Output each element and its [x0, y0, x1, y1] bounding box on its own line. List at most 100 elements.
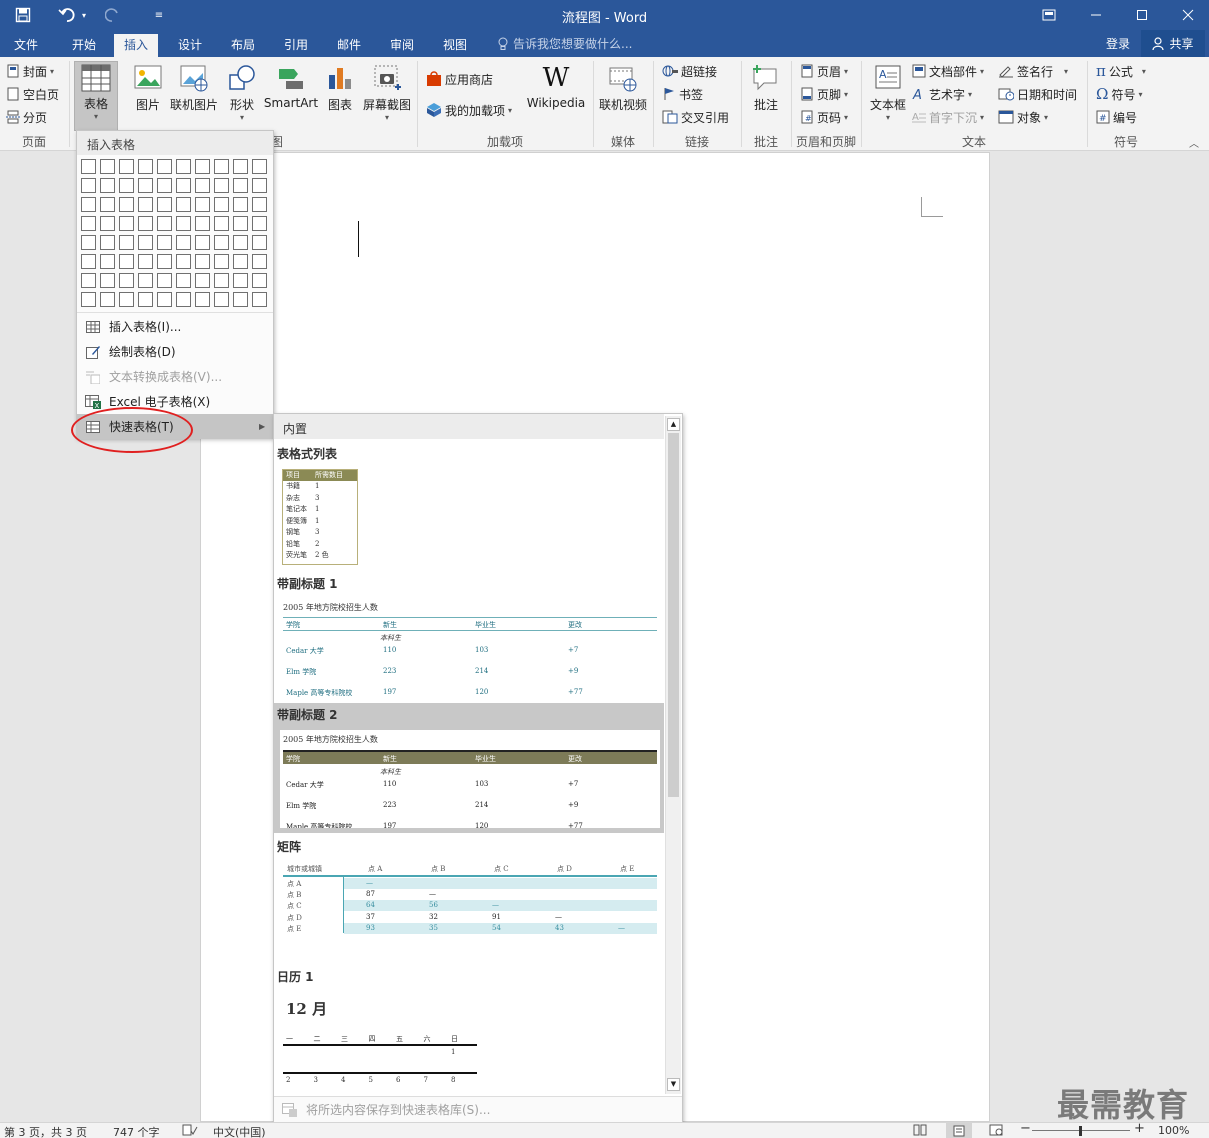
share-button[interactable]: 共享 [1141, 30, 1205, 57]
page-count[interactable]: 第 3 页，共 3 页 [4, 1124, 87, 1138]
table-grid-cell[interactable] [195, 216, 210, 231]
close-icon[interactable] [1173, 0, 1203, 30]
wikipedia-button[interactable]: W Wikipedia [526, 61, 586, 131]
table-grid-cell[interactable] [176, 159, 191, 174]
online-picture-button[interactable]: 联机图片 [168, 61, 220, 131]
table-grid-cell[interactable] [138, 197, 153, 212]
table-grid-cell[interactable] [214, 216, 229, 231]
table-grid-cell[interactable] [195, 254, 210, 269]
table-grid-cell[interactable] [100, 216, 115, 231]
store-button[interactable]: 应用商店 [426, 69, 493, 89]
table-grid-cell[interactable] [252, 197, 267, 212]
table-grid-cell[interactable] [100, 197, 115, 212]
page-number-button[interactable]: # 页码 ▾ [800, 107, 848, 127]
table-grid-cell[interactable] [195, 292, 210, 307]
table-grid-cell[interactable] [119, 178, 134, 193]
tab-references[interactable]: 引用 [274, 34, 318, 57]
tab-mailings[interactable]: 邮件 [327, 34, 371, 57]
table-grid-cell[interactable] [214, 197, 229, 212]
quick-parts-button[interactable]: 文档部件 ▾ [912, 61, 984, 81]
gallery-scrollbar[interactable]: ▲ ▼ [665, 416, 681, 1094]
collapse-ribbon-icon[interactable]: ︿ [1189, 135, 1199, 150]
number-button[interactable]: # 编号 [1096, 107, 1137, 127]
table-grid-cell[interactable] [233, 292, 248, 307]
chart-button[interactable]: 图表 [324, 61, 356, 131]
menu-draw-table[interactable]: 绘制表格(D) [77, 339, 273, 364]
subtitle1-thumbnail[interactable]: 2005 年地方院校招生人数 学院 新生 毕业生 更改 本科生 Cedar 大学 110… [280, 600, 658, 700]
picture-button[interactable]: 图片 [130, 61, 166, 131]
header-button[interactable]: 页眉 ▾ [800, 61, 848, 81]
table-grid-cell[interactable] [252, 273, 267, 288]
table-grid-cell[interactable] [176, 254, 191, 269]
menu-text-to-table[interactable]: 文本转换成表格(V)... [77, 364, 273, 389]
table-grid-cell[interactable] [81, 254, 96, 269]
table-grid-cell[interactable] [81, 273, 96, 288]
table-grid-cell[interactable] [81, 159, 96, 174]
textbox-button[interactable]: A 文本框 ▾ [866, 61, 910, 131]
screenshot-button[interactable]: 屏幕截图 ▾ [360, 61, 414, 131]
matrix-thumbnail[interactable]: 城市或城镇点 A点 B点 C点 D点 E 点 A — 点 B 87— 点 C 64 56— 点… [280, 861, 660, 939]
maximize-icon[interactable] [1127, 0, 1157, 30]
table-grid-cell[interactable] [214, 292, 229, 307]
print-layout-icon[interactable] [946, 1123, 972, 1138]
page-break-button[interactable]: 分页 [6, 107, 47, 127]
table-grid-cell[interactable] [81, 292, 96, 307]
table-grid-cell[interactable] [157, 216, 172, 231]
tab-review[interactable]: 审阅 [380, 34, 424, 57]
table-grid-cell[interactable] [252, 216, 267, 231]
table-grid-cell[interactable] [119, 292, 134, 307]
table-grid-cell[interactable] [195, 197, 210, 212]
my-addins-button[interactable]: 我的加载项 ▾ [426, 100, 512, 120]
symbol-button[interactable]: Ω 符号 ▾ [1096, 84, 1142, 104]
table-grid-cell[interactable] [233, 273, 248, 288]
table-grid-cell[interactable] [252, 159, 267, 174]
table-grid-cell[interactable] [100, 235, 115, 250]
tab-insert[interactable]: 插入 [114, 34, 159, 57]
read-mode-icon[interactable] [913, 1124, 927, 1136]
table-grid-cell[interactable] [138, 254, 153, 269]
table-grid-cell[interactable] [195, 235, 210, 250]
table-grid-cell[interactable] [214, 235, 229, 250]
comment-button[interactable]: 批注 [746, 61, 786, 131]
save-to-gallery-item[interactable]: 将所选内容保存到快速表格库(S)... [274, 1096, 682, 1122]
table-grid-cell[interactable] [252, 178, 267, 193]
subtitle2-thumbnail[interactable]: 2005 年地方院校招生人数 学院 新生 毕业生 更改 本科生 Cedar 大学 110… [280, 730, 660, 828]
drop-cap-button[interactable]: A 首字下沉 ▾ [912, 107, 984, 127]
table-grid-cell[interactable] [81, 235, 96, 250]
table-grid-cell[interactable] [176, 292, 191, 307]
table-grid-cell[interactable] [176, 216, 191, 231]
tab-design[interactable]: 设计 [168, 34, 212, 57]
tab-home[interactable]: 开始 [62, 34, 106, 57]
table-grid-cell[interactable] [119, 159, 134, 174]
cross-reference-button[interactable]: 交叉引用 [662, 107, 729, 127]
table-grid-cell[interactable] [138, 235, 153, 250]
table-grid-cell[interactable] [157, 254, 172, 269]
table-grid-cell[interactable] [195, 159, 210, 174]
table-grid-cell[interactable] [176, 197, 191, 212]
table-grid-cell[interactable] [233, 235, 248, 250]
table-grid-cell[interactable] [119, 254, 134, 269]
table-grid-cell[interactable] [100, 159, 115, 174]
table-grid-cell[interactable] [157, 292, 172, 307]
proofing-icon[interactable] [182, 1124, 198, 1136]
table-grid-cell[interactable] [100, 254, 115, 269]
menu-insert-table[interactable]: 插入表格(I)... [77, 314, 273, 339]
online-video-button[interactable]: 联机视频 [598, 61, 648, 131]
table-grid-cell[interactable] [138, 178, 153, 193]
table-grid-cell[interactable] [119, 197, 134, 212]
table-grid-cell[interactable] [119, 235, 134, 250]
table-grid-cell[interactable] [214, 273, 229, 288]
table-grid-cell[interactable] [157, 159, 172, 174]
date-time-button[interactable]: 日期和时间 [998, 84, 1077, 104]
calendar-thumbnail[interactable]: 12 月 一二三四五六日12345678 [280, 994, 480, 1090]
table-grid-cell[interactable] [138, 216, 153, 231]
table-grid-cell[interactable] [176, 235, 191, 250]
table-grid-cell[interactable] [195, 178, 210, 193]
table-grid-cell[interactable] [252, 292, 267, 307]
login-link[interactable]: 登录 [1106, 35, 1130, 52]
table-grid-cell[interactable] [233, 216, 248, 231]
table-grid-cell[interactable] [233, 197, 248, 212]
scroll-down-icon[interactable]: ▼ [667, 1078, 680, 1091]
tab-file[interactable]: 文件 [4, 34, 48, 57]
blank-page-button[interactable]: 空白页 [6, 84, 59, 104]
